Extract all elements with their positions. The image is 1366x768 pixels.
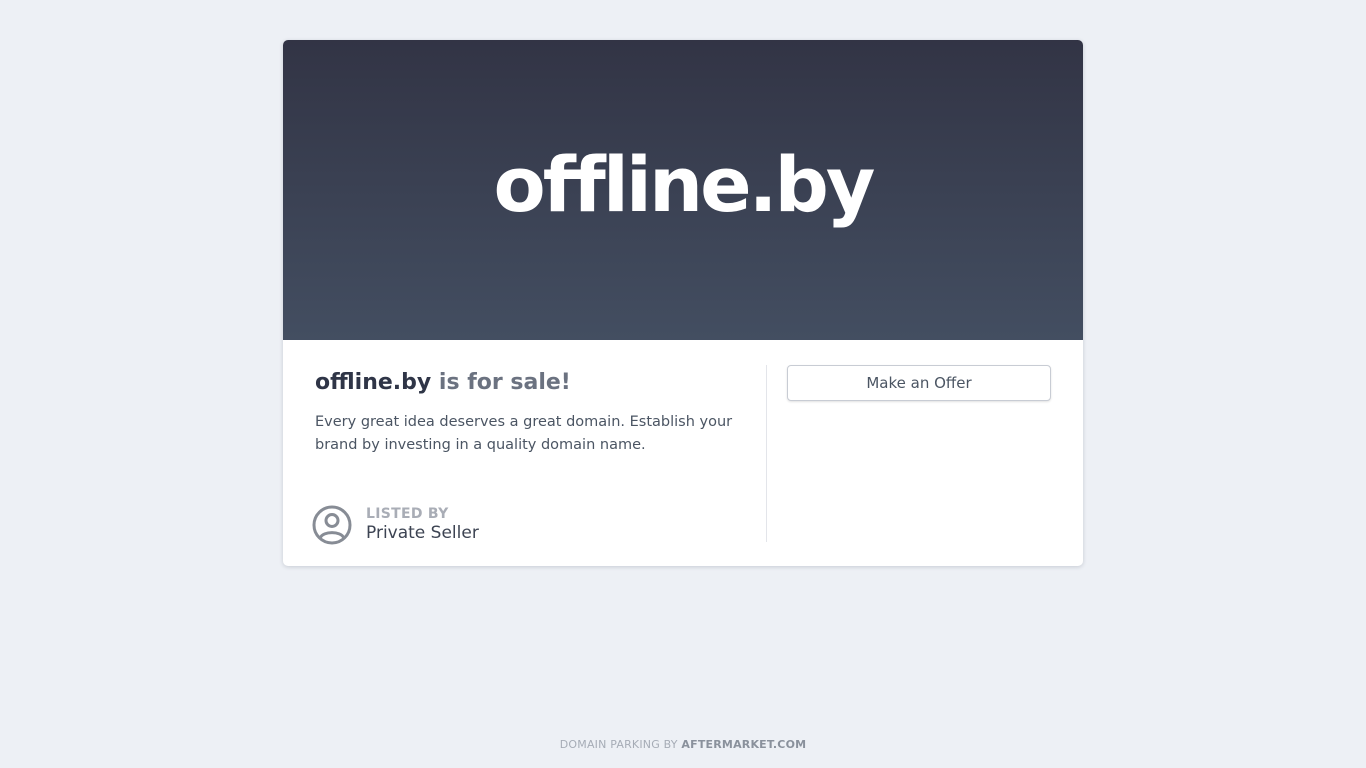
footer: DOMAIN PARKING BY AFTERMARKET.COM [0,738,1366,751]
footer-brand-link[interactable]: AFTERMARKET.COM [681,738,806,751]
seller-name: Private Seller [366,523,479,543]
listed-by-label: LISTED BY [366,506,449,522]
listing-info: offline.by is for sale! Every great idea… [315,368,745,457]
seller-text: LISTED BY Private Seller [366,506,479,544]
footer-prefix: DOMAIN PARKING BY [559,738,682,751]
headline-domain: offline.by [315,370,432,395]
user-avatar-icon [312,505,352,545]
hero-banner: offline.by [283,40,1083,340]
headline-sale-text: is for sale! [431,370,571,395]
hero-domain-name: offline.by [493,140,876,229]
domain-sale-card: offline.by offline.by is for sale! Every… [283,40,1083,566]
column-divider [766,365,767,542]
make-offer-button[interactable]: Make an Offer [787,365,1051,401]
seller-info: LISTED BY Private Seller [312,505,479,545]
sale-headline: offline.by is for sale! [315,368,745,398]
listing-description: Every great idea deserves a great domain… [315,414,733,453]
